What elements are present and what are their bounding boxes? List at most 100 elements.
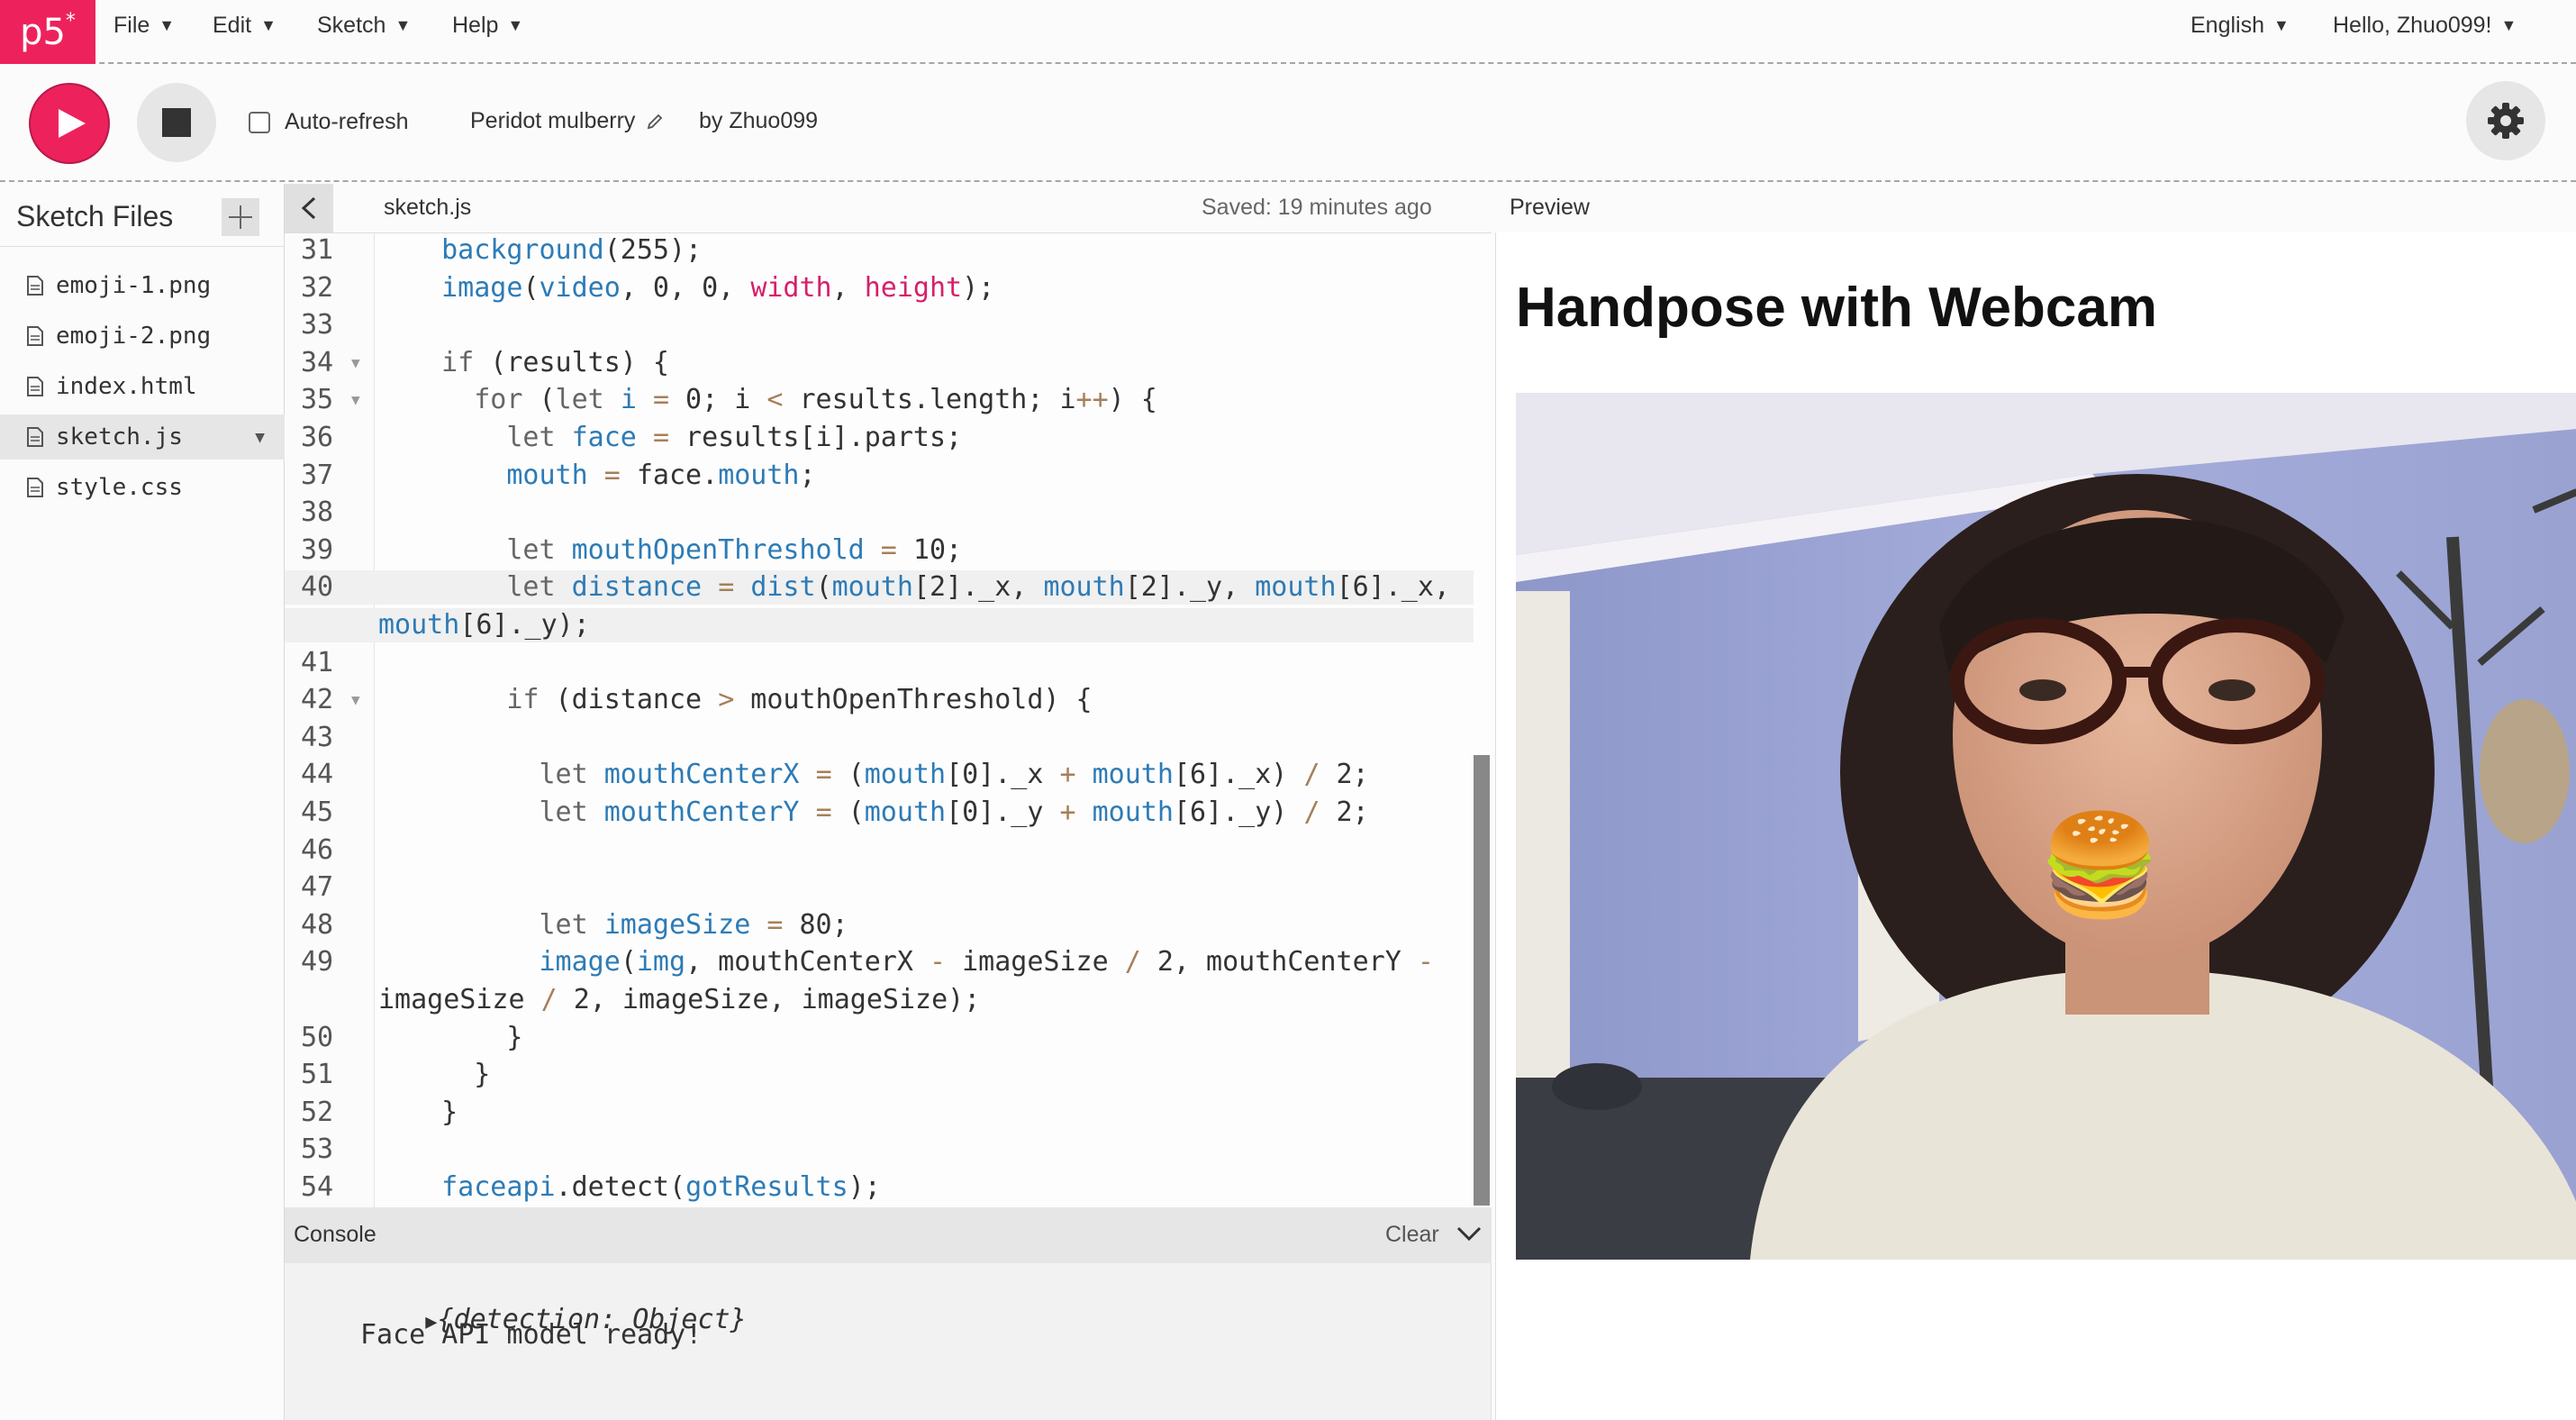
line-number: 46 bbox=[301, 833, 334, 866]
code-line[interactable]: 37 mouth = face.mouth; bbox=[285, 459, 1474, 493]
file-icon bbox=[27, 427, 43, 447]
file-item-style-css[interactable]: style.css bbox=[0, 465, 285, 510]
code-line[interactable]: 50 } bbox=[285, 1021, 1474, 1055]
code-text: background(255); bbox=[441, 234, 703, 266]
code-line[interactable]: 41 bbox=[285, 646, 1474, 680]
fold-arrow-icon[interactable]: ▼ bbox=[351, 683, 360, 717]
play-button[interactable] bbox=[29, 83, 110, 164]
code-text: } bbox=[409, 1059, 491, 1091]
code-line[interactable]: imageSize / 2, imageSize, imageSize); bbox=[285, 983, 1474, 1017]
code-line[interactable]: 34 ▼ if (results) { bbox=[285, 346, 1474, 380]
add-file-button[interactable] bbox=[222, 198, 259, 236]
code-line[interactable]: 36 let face = results[i].parts; bbox=[285, 421, 1474, 455]
p5-logo[interactable]: p5 * bbox=[0, 0, 95, 64]
editor-header: sketch.js Saved: 19 minutes ago bbox=[285, 184, 1492, 232]
language-label: English bbox=[2191, 13, 2264, 38]
sketch-files-sidebar: Sketch Files emoji-1.png emoji-2.png ind… bbox=[0, 184, 285, 1420]
code-line[interactable]: 48 let imageSize = 80; bbox=[285, 908, 1474, 942]
file-icon bbox=[27, 326, 43, 346]
line-number: 43 bbox=[301, 721, 334, 753]
code-line[interactable]: 54 faceapi.detect(gotResults); bbox=[285, 1170, 1474, 1205]
line-number: 50 bbox=[301, 1021, 334, 1053]
stop-icon bbox=[162, 108, 191, 137]
file-item-emoji-1[interactable]: emoji-1.png bbox=[0, 263, 285, 308]
line-number: 37 bbox=[301, 459, 334, 491]
code-line[interactable]: 31 background(255); bbox=[285, 233, 1474, 268]
top-nav: p5 * File ▼ Edit ▼ Sketch ▼ Help ▼ Englis… bbox=[0, 0, 2576, 64]
line-number: 47 bbox=[301, 871, 334, 904]
code-line[interactable]: 43 bbox=[285, 721, 1474, 755]
code-line[interactable]: 35 ▼ for (let i = 0; i < results.length; … bbox=[285, 383, 1474, 417]
line-number: 39 bbox=[301, 533, 334, 566]
file-item-index-html[interactable]: index.html bbox=[0, 364, 285, 409]
auto-refresh-checkbox[interactable] bbox=[249, 111, 270, 133]
burger-emoji-overlay: 🍔 bbox=[2038, 810, 2162, 921]
menu-help-label: Help bbox=[452, 13, 499, 38]
line-number: 48 bbox=[301, 908, 334, 941]
project-owner: by Zhuo099 bbox=[699, 108, 819, 133]
code-text: let mouthOpenThreshold = 10; bbox=[506, 533, 963, 566]
code-line[interactable]: 47 bbox=[285, 870, 1474, 905]
code-line[interactable]: 42 ▼ if (distance > mouthOpenThreshold) { bbox=[285, 683, 1474, 717]
file-item-emoji-2[interactable]: emoji-2.png bbox=[0, 314, 285, 359]
toolbar: Auto-refresh Peridot mulberry by Zhuo099 bbox=[0, 65, 2576, 182]
menu-edit[interactable]: Edit ▼ bbox=[213, 13, 277, 39]
code-line[interactable]: 46 bbox=[285, 833, 1474, 868]
menu-sketch-label: Sketch bbox=[317, 13, 386, 38]
line-number: 31 bbox=[301, 234, 334, 266]
stop-button[interactable] bbox=[137, 83, 216, 162]
code-line[interactable]: 52 } bbox=[285, 1096, 1474, 1130]
webcam-canvas[interactable]: 🍔 bbox=[1516, 393, 2576, 1260]
settings-button[interactable] bbox=[2466, 81, 2545, 160]
code-text: let distance = dist(mouth[2]._x, mouth[2… bbox=[506, 571, 1450, 604]
console-ready-message: Face API model ready! bbox=[360, 1319, 703, 1351]
language-menu[interactable]: English ▼ bbox=[2191, 13, 2290, 39]
code-text: if (results) { bbox=[441, 346, 669, 378]
chevron-down-icon: ▼ bbox=[2273, 16, 2290, 34]
menu-file[interactable]: File ▼ bbox=[113, 13, 175, 39]
code-line[interactable]: mouth[6]._y); bbox=[285, 608, 1474, 642]
file-options-chevron-icon[interactable]: ▼ bbox=[255, 428, 265, 447]
file-icon bbox=[27, 377, 43, 396]
account-menu[interactable]: Hello, Zhuo099! ▼ bbox=[2333, 13, 2517, 39]
chevron-down-icon[interactable] bbox=[1456, 1220, 1483, 1247]
editor-scrollbar[interactable] bbox=[1474, 755, 1490, 1206]
code-line[interactable]: 45 let mouthCenterY = (mouth[0]._y + mou… bbox=[285, 796, 1474, 830]
account-greeting: Hello, Zhuo099! bbox=[2333, 13, 2492, 38]
code-line[interactable]: 39 let mouthOpenThreshold = 10; bbox=[285, 533, 1474, 568]
menu-help[interactable]: Help ▼ bbox=[452, 13, 523, 39]
menu-sketch[interactable]: Sketch ▼ bbox=[317, 13, 411, 39]
code-text: faceapi.detect(gotResults); bbox=[441, 1171, 881, 1203]
code-line[interactable]: 53 bbox=[285, 1133, 1474, 1167]
pencil-icon[interactable] bbox=[646, 113, 664, 131]
code-line[interactable]: 38 bbox=[285, 496, 1474, 530]
line-number: 40 bbox=[301, 571, 334, 604]
line-number: 45 bbox=[301, 796, 334, 828]
plus-icon bbox=[229, 205, 252, 229]
code-line[interactable]: 32 image(video, 0, 0, width, height); bbox=[285, 271, 1474, 305]
code-editor[interactable]: 31 background(255); 32 image(video, 0, 0,… bbox=[285, 232, 1492, 1207]
fold-arrow-icon[interactable]: ▼ bbox=[351, 346, 360, 380]
console-clear-button[interactable]: Clear bbox=[1385, 1222, 1439, 1248]
auto-refresh-toggle[interactable]: Auto-refresh bbox=[249, 109, 409, 135]
code-line[interactable]: 33 bbox=[285, 308, 1474, 342]
code-line[interactable]: 49 image(img, mouthCenterX - imageSize /… bbox=[285, 945, 1474, 979]
collapse-sidebar-button[interactable] bbox=[285, 184, 333, 232]
code-line[interactable]: 44 let mouthCenterX = (mouth[0]._x + mou… bbox=[285, 758, 1474, 792]
menu-edit-label: Edit bbox=[213, 13, 252, 38]
code-line[interactable]: 40 let distance = dist(mouth[2]._x, mout… bbox=[285, 570, 1474, 605]
file-item-sketch-js[interactable]: sketch.js ▼ bbox=[0, 414, 285, 460]
menu-file-label: File bbox=[113, 13, 150, 38]
chevron-down-icon: ▼ bbox=[2500, 16, 2517, 34]
fold-arrow-icon[interactable]: ▼ bbox=[351, 383, 360, 417]
sketch-page-title: Handpose with Webcam bbox=[1516, 277, 2157, 339]
project-name[interactable]: Peridot mulberry bbox=[470, 108, 664, 134]
file-icon bbox=[27, 478, 43, 497]
console-title: Console bbox=[294, 1222, 376, 1247]
chevron-down-icon: ▼ bbox=[159, 16, 176, 34]
code-text: image(img, mouthCenterX - imageSize / 2,… bbox=[539, 946, 1434, 979]
code-line[interactable]: 51 } bbox=[285, 1058, 1474, 1092]
console-output: ▶{detection: Object} Face API model read… bbox=[285, 1263, 1492, 1420]
code-text: let imageSize = 80; bbox=[539, 908, 848, 941]
editor-tab-filename: sketch.js bbox=[384, 195, 472, 220]
